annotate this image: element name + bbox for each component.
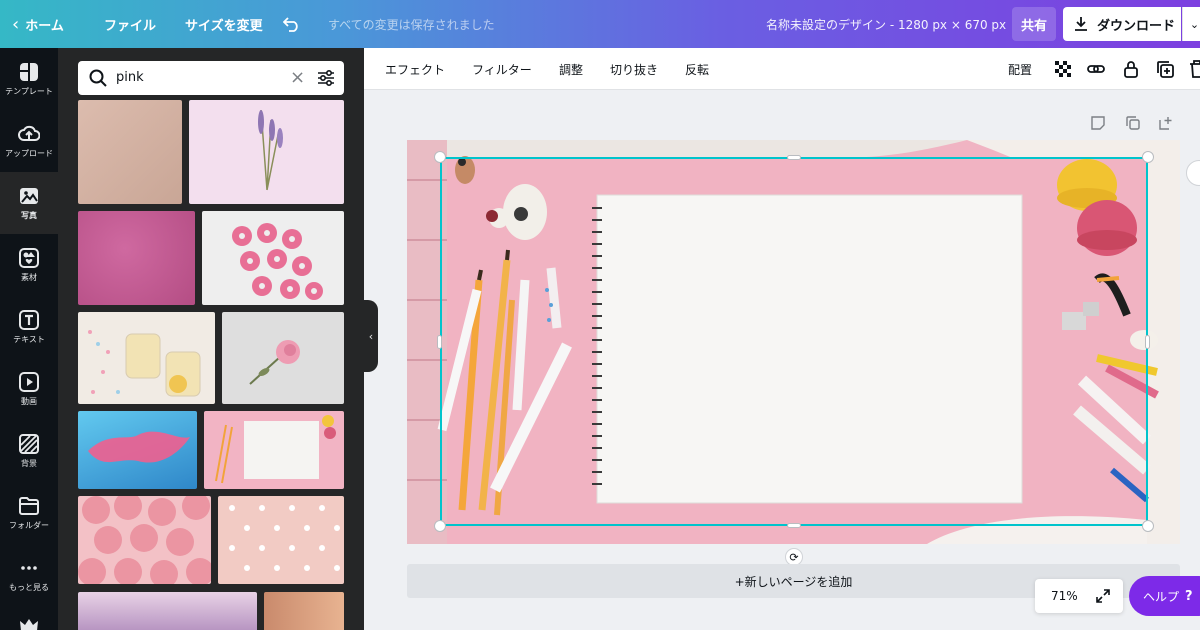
photo-result-lilac-light[interactable] bbox=[78, 592, 257, 630]
lock-icon[interactable] bbox=[1121, 59, 1141, 79]
more-icon bbox=[21, 566, 37, 570]
download-label: ダウンロード bbox=[1097, 18, 1176, 34]
resize-button[interactable]: サイズを変更 bbox=[185, 0, 263, 48]
sidebar-item-label: 動画 bbox=[21, 397, 37, 406]
filter-settings-icon[interactable] bbox=[316, 69, 336, 87]
sidebar-item-photos[interactable]: 写真 bbox=[0, 172, 58, 234]
chevron-left-icon: ‹ bbox=[12, 13, 20, 35]
resize-handle-bottom[interactable] bbox=[787, 523, 801, 528]
crown-icon[interactable] bbox=[18, 616, 40, 630]
design-title[interactable]: 名称未設定のデザイン - 1280 px × 670 px bbox=[766, 0, 1006, 48]
sidebar-item-templates[interactable]: テンプレート bbox=[0, 48, 58, 110]
video-icon bbox=[19, 372, 39, 392]
photo-result-peach[interactable] bbox=[264, 592, 344, 630]
sidebar-item-label: テンプレート bbox=[5, 87, 53, 96]
zoom-level: 71% bbox=[1051, 589, 1078, 603]
sidebar-item-elements[interactable]: 素材 bbox=[0, 234, 58, 296]
duplicate-icon[interactable] bbox=[1155, 59, 1175, 79]
search-input[interactable]: pink bbox=[116, 70, 144, 85]
sidebar-item-label: もっと見る bbox=[9, 583, 49, 592]
resize-handle-bottom-right[interactable] bbox=[1142, 520, 1154, 532]
sidebar-item-background[interactable]: 背景 bbox=[0, 420, 58, 482]
photo-result-pink-velvet[interactable] bbox=[78, 211, 195, 305]
filter-button[interactable]: フィルター bbox=[472, 48, 532, 90]
top-bar: ‹ ホーム ファイル サイズを変更 すべての変更は保存されました 名称未設定のデ… bbox=[0, 0, 1200, 48]
photo-icon bbox=[20, 188, 38, 204]
comment-bubble-icon[interactable] bbox=[1186, 160, 1200, 186]
flip-button[interactable]: 反転 bbox=[685, 48, 709, 90]
download-button[interactable]: ダウンロード bbox=[1063, 7, 1181, 41]
folder-icon bbox=[19, 497, 39, 515]
photo-result-roses[interactable] bbox=[78, 496, 211, 584]
sidebar-item-label: 素材 bbox=[21, 273, 37, 282]
image-toolbar: エフェクト フィルター 調整 切り抜き 反転 配置 bbox=[364, 48, 1200, 90]
photo-result-rose[interactable] bbox=[222, 312, 344, 404]
design-canvas-page[interactable] bbox=[407, 140, 1180, 544]
trash-icon[interactable] bbox=[1189, 59, 1200, 79]
help-button[interactable]: ヘルプ ? bbox=[1129, 576, 1200, 616]
sidebar-item-folders[interactable]: フォルダー bbox=[0, 482, 58, 544]
photo-result-lemonade[interactable] bbox=[78, 312, 215, 404]
download-icon bbox=[1075, 17, 1087, 31]
duplicate-page-icon[interactable] bbox=[1126, 116, 1140, 130]
home-button[interactable]: ‹ ホーム bbox=[12, 0, 64, 48]
sidebar-item-label: アップロード bbox=[5, 149, 53, 158]
resize-handle-bottom-left[interactable] bbox=[434, 520, 446, 532]
background-icon bbox=[19, 434, 39, 454]
undo-icon[interactable] bbox=[283, 0, 301, 48]
clear-search-icon[interactable]: × bbox=[290, 67, 305, 88]
template-icon bbox=[20, 63, 38, 81]
photo-result-donuts[interactable] bbox=[202, 211, 344, 305]
link-icon[interactable] bbox=[1086, 59, 1106, 79]
question-icon: ? bbox=[1185, 588, 1193, 604]
home-label: ホーム bbox=[25, 18, 64, 34]
photo-result-lavender[interactable] bbox=[189, 100, 344, 204]
upload-icon bbox=[18, 125, 40, 141]
effect-button[interactable]: エフェクト bbox=[385, 48, 445, 90]
chevron-down-icon: ⌄ bbox=[1189, 17, 1200, 31]
sidebar-item-more[interactable]: もっと見る bbox=[0, 544, 58, 606]
sidebar-item-label: 背景 bbox=[21, 459, 37, 468]
help-label: ヘルプ bbox=[1143, 589, 1180, 604]
resize-handle-top-right[interactable] bbox=[1142, 151, 1154, 163]
file-menu-button[interactable]: ファイル bbox=[104, 0, 156, 48]
resize-handle-top[interactable] bbox=[787, 155, 801, 160]
sidebar-rail: テンプレート アップロード 写真 素材 テキスト 動画 背景 フォルダー もっと… bbox=[0, 48, 58, 630]
search-icon bbox=[89, 69, 107, 87]
flatlay-photo[interactable] bbox=[407, 140, 1180, 544]
elements-icon bbox=[19, 248, 39, 268]
photo-result-beige-paper[interactable] bbox=[78, 100, 182, 204]
fullscreen-icon[interactable] bbox=[1095, 588, 1111, 604]
download-options-button[interactable]: ⌄ bbox=[1182, 7, 1200, 41]
arrange-button[interactable]: 配置 bbox=[1008, 48, 1032, 90]
photo-result-pink-smoke[interactable] bbox=[78, 411, 197, 489]
sidebar-item-label: 写真 bbox=[21, 211, 37, 220]
page-notes-icon[interactable] bbox=[1091, 116, 1105, 130]
save-status: すべての変更は保存されました bbox=[328, 17, 495, 32]
resize-handle-top-left[interactable] bbox=[434, 151, 446, 163]
sidebar-item-label: フォルダー bbox=[9, 521, 49, 530]
collapse-panel-button[interactable]: ‹ bbox=[364, 300, 378, 372]
transparency-icon[interactable] bbox=[1053, 59, 1073, 79]
sidebar-item-label: テキスト bbox=[13, 335, 45, 344]
photo-result-polka-dot[interactable] bbox=[218, 496, 344, 584]
share-button[interactable]: 共有 bbox=[1012, 7, 1056, 41]
text-icon bbox=[19, 310, 39, 330]
resize-handle-left[interactable] bbox=[437, 335, 442, 349]
chevron-left-icon: ‹ bbox=[368, 329, 374, 343]
zoom-control[interactable]: 71% bbox=[1035, 579, 1123, 613]
photo-search-bar[interactable]: pink × bbox=[78, 61, 344, 95]
resize-handle-right[interactable] bbox=[1145, 335, 1150, 349]
add-page-icon[interactable] bbox=[1159, 116, 1173, 130]
sidebar-item-video[interactable]: 動画 bbox=[0, 358, 58, 420]
sidebar-item-uploads[interactable]: アップロード bbox=[0, 110, 58, 172]
sidebar-item-text[interactable]: テキスト bbox=[0, 296, 58, 358]
crop-button[interactable]: 切り抜き bbox=[610, 48, 658, 90]
photo-panel: pink × bbox=[58, 48, 364, 630]
adjust-button[interactable]: 調整 bbox=[559, 48, 583, 90]
photo-result-sketchbook[interactable] bbox=[204, 411, 344, 489]
